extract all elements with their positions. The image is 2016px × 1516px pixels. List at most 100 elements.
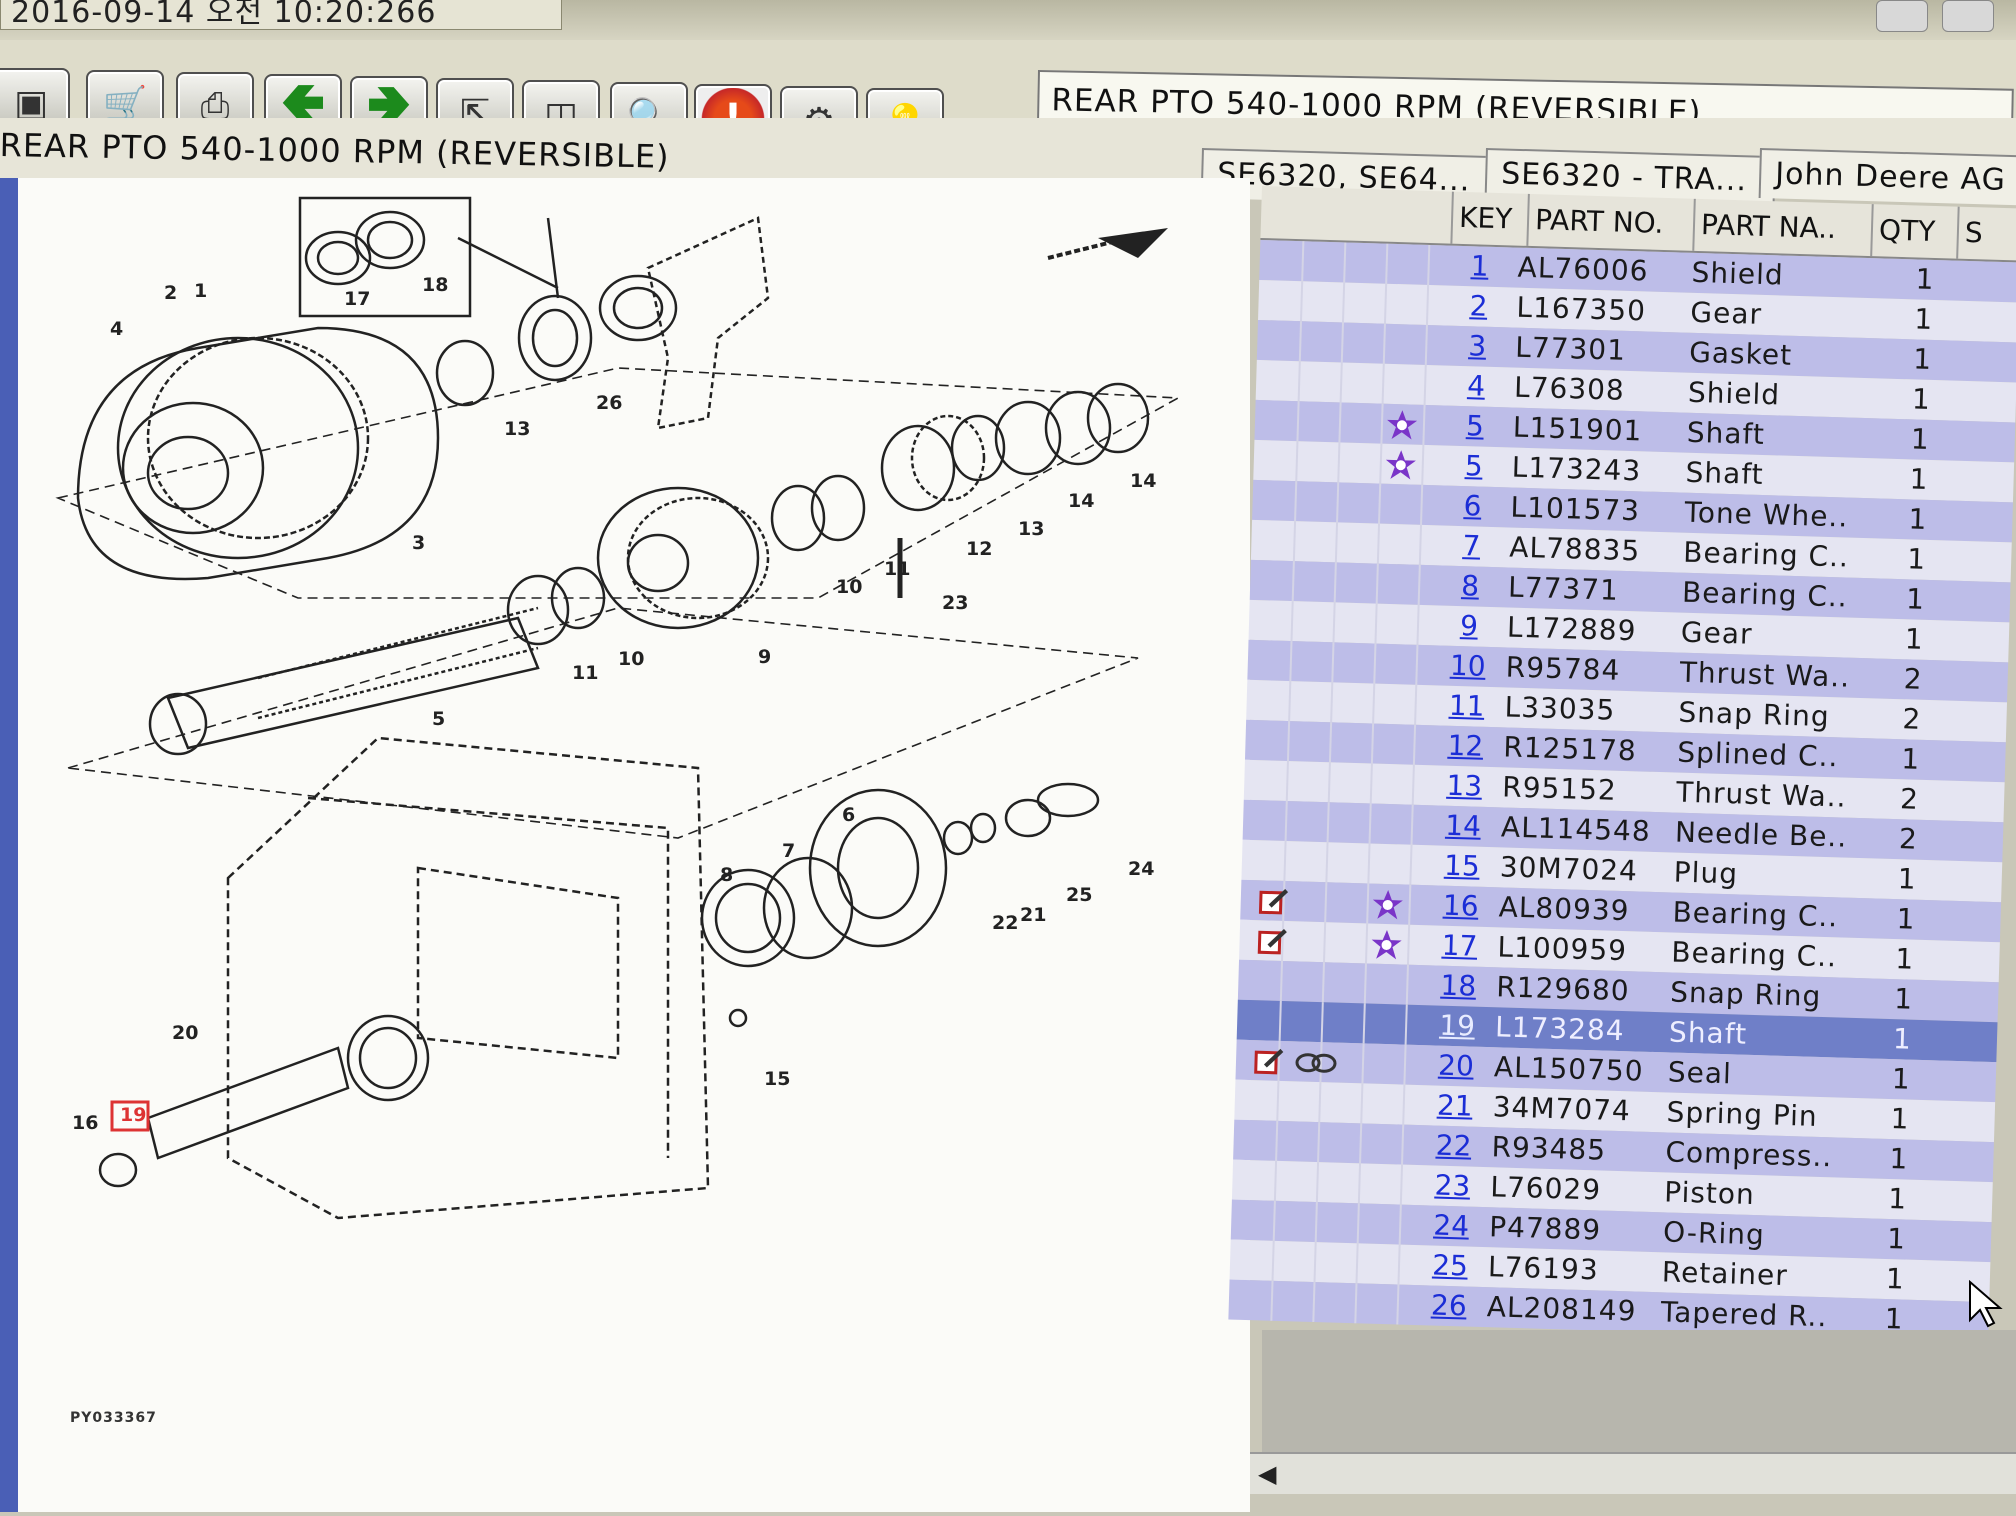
row-grid-divider: [1374, 603, 1378, 644]
row-key-link[interactable]: 21: [1424, 1085, 1485, 1127]
header-extra[interactable]: S: [1956, 206, 2016, 261]
row-part-number: L172889: [1506, 610, 1637, 648]
edit-note-icon[interactable]: [1254, 1046, 1285, 1075]
row-key-link[interactable]: 19: [1427, 1005, 1488, 1047]
callout-10b[interactable]: 10: [836, 576, 862, 598]
callout-26[interactable]: 26: [596, 392, 622, 414]
breadcrumb-company[interactable]: John Deere AG: [1758, 148, 2016, 207]
row-key-link[interactable]: 2: [1448, 286, 1509, 328]
row-grid-divider: [1301, 241, 1305, 282]
callout-4[interactable]: 4: [110, 318, 123, 340]
callout-17[interactable]: 18: [422, 274, 448, 296]
row-grid-divider: [1314, 1202, 1318, 1243]
row-part-number: AL114548: [1500, 810, 1652, 848]
special-part-icon[interactable]: [1383, 448, 1418, 483]
row-key-link[interactable]: 11: [1436, 685, 1497, 727]
link-icon[interactable]: [1294, 1051, 1339, 1074]
row-key-link[interactable]: 13: [1434, 765, 1495, 807]
header-part-name[interactable]: PART NA..: [1692, 198, 1872, 257]
scroll-left-icon[interactable]: ◀: [1258, 1460, 1276, 1488]
row-grid-divider: [1312, 1282, 1316, 1323]
callout-7[interactable]: 7: [782, 840, 795, 862]
special-part-icon[interactable]: [1384, 408, 1419, 443]
row-part-name: Shield: [1687, 375, 1781, 412]
special-part-icon[interactable]: [1369, 928, 1404, 963]
row-key-link[interactable]: 16: [1430, 885, 1491, 927]
row-key-link[interactable]: 5: [1444, 406, 1505, 448]
row-key-link[interactable]: 4: [1446, 366, 1507, 408]
row-key-link[interactable]: 3: [1447, 326, 1508, 368]
row-grid-divider: [1271, 1240, 1275, 1281]
exploded-parts-diagram[interactable]: 17 18 1 2 4 3 13 26 5 11 10 9 10 11 12 1…: [18, 178, 1250, 1512]
row-key-link[interactable]: 18: [1428, 965, 1489, 1007]
callout-11b[interactable]: 11: [884, 558, 910, 580]
window-button-left[interactable]: [1876, 0, 1928, 32]
header-part-no[interactable]: PART NO.: [1526, 193, 1694, 251]
row-grid-divider: [1401, 1124, 1405, 1165]
row-key-link[interactable]: 5: [1443, 446, 1504, 488]
row-grid-divider: [1362, 1003, 1366, 1044]
callout-16[interactable]: 17: [344, 288, 370, 310]
row-grid-divider: [1317, 1122, 1321, 1163]
row-key-link[interactable]: 10: [1437, 645, 1498, 687]
row-part-number: L167350: [1516, 290, 1647, 328]
horizontal-scrollbar[interactable]: ◀: [1250, 1452, 2016, 1494]
row-part-number: L76193: [1487, 1250, 1600, 1287]
header-key[interactable]: KEY: [1450, 191, 1528, 246]
row-key-link[interactable]: 6: [1442, 486, 1503, 528]
row-key-link[interactable]: 12: [1435, 725, 1496, 767]
row-key-link[interactable]: 1: [1449, 246, 1510, 288]
row-key-link[interactable]: 20: [1425, 1045, 1486, 1087]
row-key-link[interactable]: 7: [1441, 525, 1502, 567]
row-key-link[interactable]: 25: [1419, 1245, 1480, 1287]
row-key-link[interactable]: 23: [1422, 1165, 1483, 1207]
callout-19[interactable]: 19: [120, 1104, 146, 1126]
callout-25[interactable]: 22: [992, 912, 1018, 934]
row-grid-divider: [1340, 322, 1344, 363]
callout-22[interactable]: 24: [1128, 858, 1154, 880]
callout-23[interactable]: 25: [1066, 884, 1092, 906]
edit-note-icon[interactable]: [1258, 886, 1289, 915]
row-key-link[interactable]: 26: [1418, 1285, 1479, 1327]
window-button-right[interactable]: [1942, 0, 1994, 32]
row-grid-divider: [1320, 1002, 1324, 1043]
callout-2[interactable]: 2: [164, 282, 177, 304]
callout-9[interactable]: 9: [758, 646, 771, 668]
row-key-link[interactable]: 9: [1438, 605, 1499, 647]
row-key-link[interactable]: 17: [1429, 925, 1490, 967]
callout-12[interactable]: 12: [966, 538, 992, 560]
row-grid-divider: [1298, 321, 1303, 362]
row-grid-divider: [1334, 522, 1339, 563]
row-key-link[interactable]: 15: [1431, 845, 1492, 887]
callout-11a[interactable]: 11: [572, 662, 598, 684]
callout-13a[interactable]: 13: [504, 418, 530, 440]
row-key-link[interactable]: 8: [1440, 565, 1501, 607]
callout-14a[interactable]: 14: [1068, 490, 1094, 512]
callout-8[interactable]: 8: [720, 864, 733, 886]
callout-18[interactable]: 16: [72, 1112, 98, 1134]
row-part-name: Snap Ring: [1669, 975, 1822, 1013]
callout-10a[interactable]: 10: [618, 648, 644, 670]
callout-5[interactable]: 5: [432, 708, 445, 730]
callout-3[interactable]: 3: [412, 532, 425, 554]
edit-note-icon[interactable]: [1257, 926, 1288, 955]
row-qty: 1: [1897, 862, 1917, 896]
callout-20[interactable]: 20: [172, 1022, 198, 1044]
callout-21[interactable]: 23: [942, 592, 968, 614]
row-qty: 1: [1893, 982, 1913, 1016]
row-part-name: Compress..: [1665, 1135, 1833, 1174]
callout-24[interactable]: 21: [1020, 904, 1046, 926]
callout-14b[interactable]: 14: [1130, 470, 1156, 492]
row-key-link[interactable]: 24: [1421, 1205, 1482, 1247]
callout-13b[interactable]: 13: [1018, 518, 1044, 540]
row-grid-divider: [1336, 482, 1340, 523]
callout-6[interactable]: 6: [842, 804, 855, 826]
row-key-link[interactable]: 22: [1423, 1125, 1484, 1167]
header-qty[interactable]: QTY: [1870, 204, 1958, 259]
row-grid-divider: [1427, 244, 1431, 286]
row-key-link[interactable]: 14: [1433, 805, 1494, 847]
callout-15[interactable]: 15: [764, 1068, 790, 1090]
callout-1[interactable]: 1: [194, 280, 207, 302]
special-part-icon[interactable]: [1370, 888, 1405, 923]
row-grid-divider: [1366, 883, 1370, 924]
